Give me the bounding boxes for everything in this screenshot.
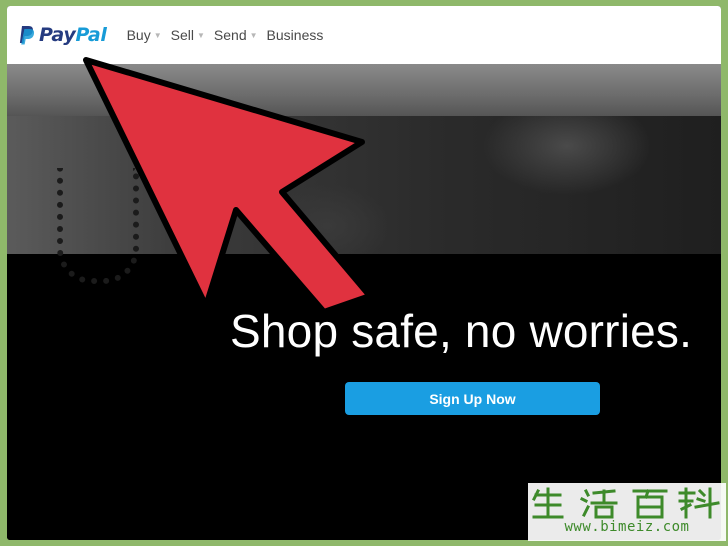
watermark-url: www.bimeiz.com [564,519,690,535]
sign-up-button[interactable]: Sign Up Now [345,382,600,415]
necklace-decoration [57,168,139,284]
chevron-down-icon: ▼ [197,30,205,40]
chevron-down-icon: ▼ [153,30,162,40]
browser-viewport: PayPal Buy ▼ Sell ▼ Send ▼ Business Shop [7,6,721,540]
paypal-wordmark: PayPal [39,24,107,46]
chevron-down-icon: ▼ [249,30,258,40]
hero-headline: Shop safe, no worries. [230,305,693,357]
paypal-logo[interactable]: PayPal [19,6,107,64]
hero-section: Shop safe, no worries. Sign Up Now [7,64,721,540]
menu-item-label: Sell [170,27,194,43]
paypal-wordmark-pal: Pal [75,24,107,46]
paypal-wordmark-pay: Pay [39,24,76,46]
paypal-p-icon [19,26,35,45]
hero-image-strip [7,64,721,116]
main-menu: Buy ▼ Sell ▼ Send ▼ Business [127,27,333,43]
hero-background-photo [7,116,721,284]
menu-item-label: Business [266,27,324,43]
top-navigation: PayPal Buy ▼ Sell ▼ Send ▼ Business [7,6,721,64]
menu-item-label: Send [213,27,247,43]
menu-item-sell[interactable]: Sell ▼ [171,27,205,43]
menu-item-business[interactable]: Business [267,27,324,43]
menu-item-buy[interactable]: Buy ▼ [127,27,162,43]
watermark-logo [531,487,720,519]
watermark: www.bimeiz.com [528,483,726,541]
menu-item-label: Buy [126,27,151,43]
menu-item-send[interactable]: Send ▼ [214,27,258,43]
